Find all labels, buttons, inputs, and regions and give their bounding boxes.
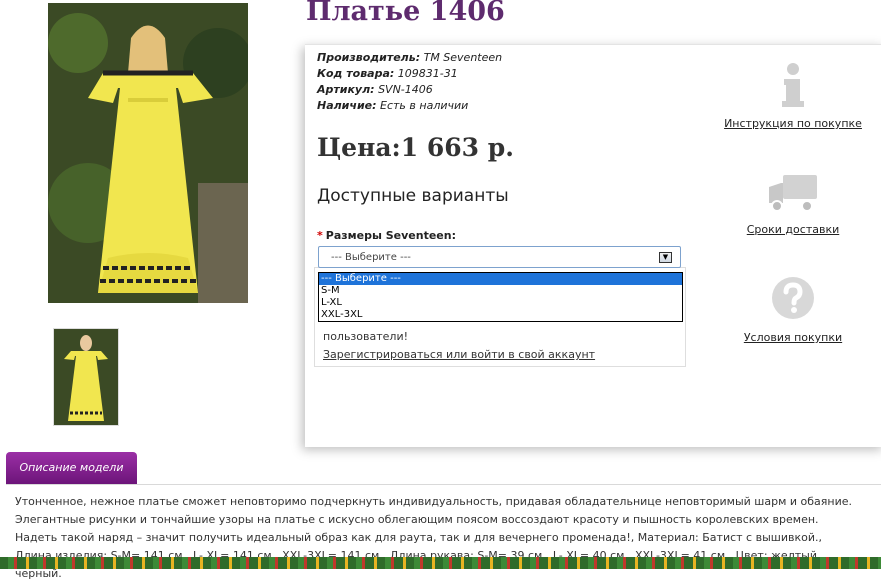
size-select-value: --- Выберите --- bbox=[331, 252, 411, 263]
dropdown-option[interactable]: L-XL bbox=[319, 297, 682, 309]
description-text: Утонченное, нежное платье сможет неповто… bbox=[15, 495, 853, 580]
login-register-link[interactable]: Зарегистрироваться или войти в свой акка… bbox=[323, 348, 595, 361]
product-title: Платье 1406 bbox=[306, 0, 505, 27]
product-thumbnail[interactable] bbox=[53, 328, 119, 426]
meta-label: Наличие: bbox=[317, 99, 377, 112]
tab-description[interactable]: Описание модели bbox=[6, 452, 137, 485]
dress-thumbnail-icon bbox=[54, 329, 118, 425]
meta-value: TM Seventeen bbox=[423, 51, 503, 64]
size-select[interactable]: --- Выберите --- ▼ bbox=[318, 246, 681, 268]
truck-icon bbox=[769, 175, 817, 212]
login-notice-text: пользователи! bbox=[323, 330, 409, 343]
meta-value: SVN-1406 bbox=[378, 83, 433, 96]
purchase-terms-link[interactable]: Условия покупки bbox=[713, 331, 873, 344]
product-code-row: Код товара: 109831-31 bbox=[317, 66, 502, 82]
dropdown-option[interactable]: --- Выберите --- bbox=[319, 273, 682, 285]
product-info-panel: Производитель: TM Seventeen Код товара: … bbox=[305, 44, 881, 447]
availability-row: Наличие: Есть в наличии bbox=[317, 98, 502, 114]
chevron-down-icon[interactable]: ▼ bbox=[659, 252, 672, 263]
article-row: Артикул: SVN-1406 bbox=[317, 82, 502, 98]
christmas-garland-decoration bbox=[0, 557, 881, 569]
price: Цена:1 663 р. bbox=[317, 133, 514, 162]
info-icon bbox=[782, 63, 804, 107]
purchase-terms: Условия покупки bbox=[713, 275, 873, 344]
product-meta: Производитель: TM Seventeen Код товара: … bbox=[317, 50, 502, 114]
meta-label: Код товара: bbox=[317, 67, 395, 80]
delivery-terms-link[interactable]: Сроки доставки bbox=[713, 223, 873, 236]
meta-label: Артикул: bbox=[317, 83, 375, 96]
meta-value: 109831-31 bbox=[397, 67, 458, 80]
size-dropdown-list: --- Выберите --- S-M L-XL XXL-3XL bbox=[318, 272, 683, 322]
product-main-image[interactable] bbox=[48, 3, 248, 303]
purchase-instructions-link[interactable]: Инструкция по покупке bbox=[713, 117, 873, 130]
required-marker: * bbox=[317, 229, 323, 242]
meta-value: Есть в наличии bbox=[380, 99, 469, 112]
delivery-terms: Сроки доставки bbox=[713, 173, 873, 236]
question-icon bbox=[772, 277, 814, 319]
size-label-text: Размеры Seventeen: bbox=[325, 229, 456, 242]
dropdown-option[interactable]: S-M bbox=[319, 285, 682, 297]
size-label: * Размеры Seventeen: bbox=[317, 229, 456, 242]
meta-label: Производитель: bbox=[317, 51, 421, 64]
variants-title: Доступные варианты bbox=[317, 186, 509, 206]
manufacturer-row: Производитель: TM Seventeen bbox=[317, 50, 502, 66]
dropdown-option[interactable]: XXL-3XL bbox=[319, 309, 682, 321]
dress-photo-icon bbox=[48, 3, 248, 303]
purchase-instructions: Инструкция по покупке bbox=[713, 63, 873, 130]
